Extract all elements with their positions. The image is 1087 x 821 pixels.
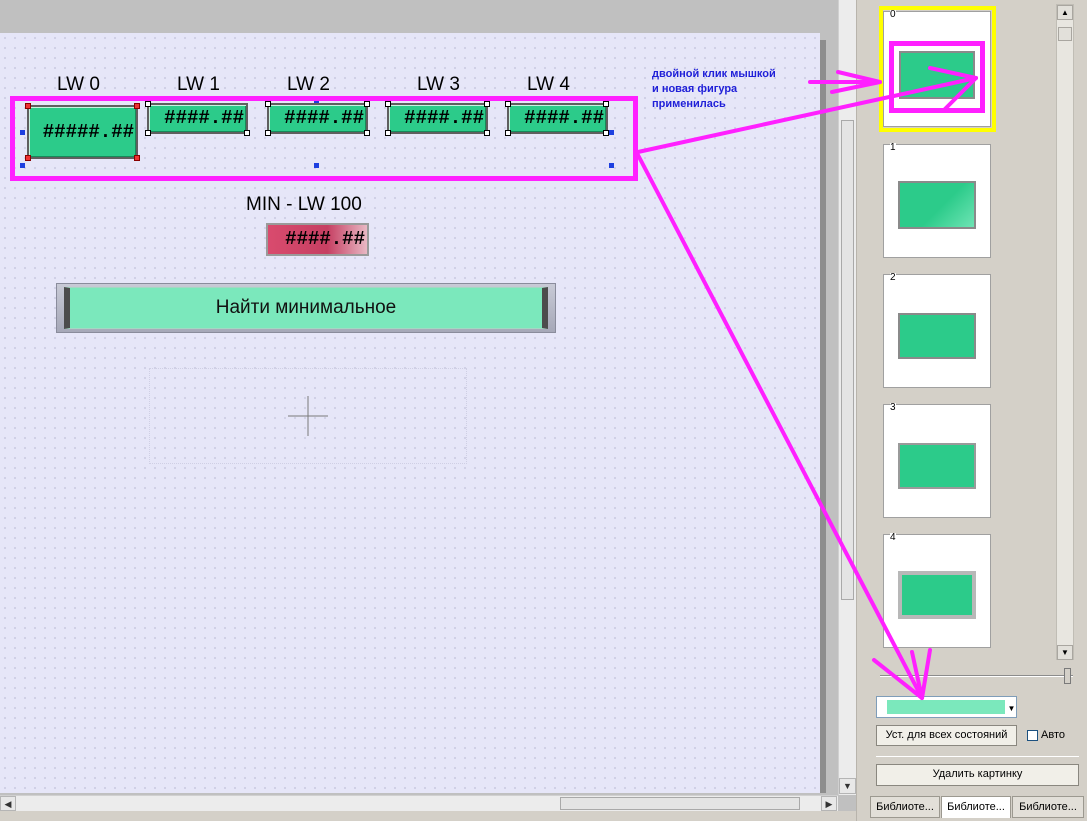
annotation-arrows (636, 66, 978, 700)
arrowhead (928, 66, 978, 112)
arrow-to-color-dropdown (636, 153, 924, 700)
arrow-to-state-0 (636, 76, 978, 154)
